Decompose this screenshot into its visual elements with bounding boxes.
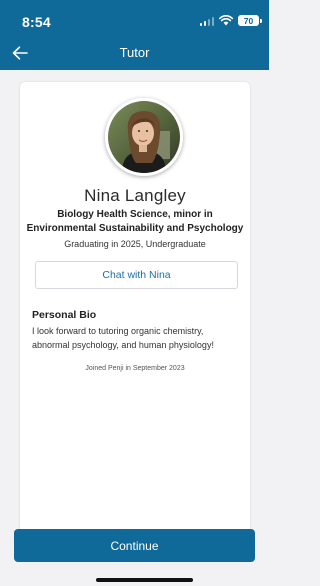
avatar [105, 98, 183, 176]
home-indicator [96, 578, 193, 582]
page-title: Tutor [119, 45, 150, 60]
signal-icon [199, 16, 214, 26]
nav-bar: Tutor [0, 38, 269, 70]
battery-level: 70 [243, 15, 254, 26]
tutor-major: Biology Health Science, minor in Environ… [26, 209, 244, 234]
app-header: 8:54 70 Tutor [0, 0, 269, 70]
status-bar: 8:54 70 [0, 0, 269, 38]
joined-date: Joined Penji in September 2023 [85, 365, 185, 372]
status-time: 8:54 [22, 14, 51, 30]
continue-button[interactable]: Continue [14, 529, 255, 562]
status-icons: 70 [199, 15, 262, 26]
bio-heading: Personal Bio [32, 309, 97, 321]
avatar-photo [108, 101, 180, 173]
tutor-name: Nina Langley [84, 186, 186, 205]
battery-icon: 70 [238, 15, 262, 26]
tutor-graduation: Graduating in 2025, Undergraduate [64, 239, 206, 249]
wifi-icon [219, 15, 233, 26]
chat-button[interactable]: Chat with Nina [35, 261, 238, 289]
bio-text: I look forward to tutoring organic chemi… [32, 326, 214, 350]
tutor-profile-card: Nina Langley Biology Health Science, min… [20, 82, 250, 552]
